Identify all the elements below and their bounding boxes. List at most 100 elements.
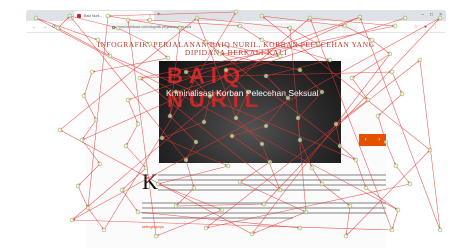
trace-point-marker	[135, 121, 141, 127]
trace-point-marker	[203, 225, 209, 231]
trace-point-marker	[167, 113, 173, 119]
trace-point-marker	[229, 133, 235, 139]
trace-segment	[157, 165, 229, 185]
trace-segment	[179, 27, 207, 43]
trace-point-marker	[233, 115, 239, 121]
trace-segment	[355, 159, 367, 189]
trace-point-marker	[143, 165, 149, 171]
trace-point-marker	[259, 37, 265, 43]
trace-segment	[127, 99, 139, 125]
trace-point-marker	[223, 67, 229, 73]
trace-segment	[261, 15, 346, 27]
trace-segment	[196, 17, 291, 29]
trace-point-marker	[115, 25, 121, 31]
trace-segment	[345, 205, 351, 237]
trace-point-marker	[349, 75, 355, 81]
trace-segment	[391, 209, 399, 231]
trace-point-marker	[93, 117, 99, 123]
trace-segment	[239, 161, 271, 183]
trace-point-marker	[277, 53, 283, 59]
trace-point-marker	[363, 185, 369, 191]
trace-segment	[239, 25, 263, 41]
trace-jump	[251, 53, 391, 235]
trace-point-marker	[183, 69, 189, 75]
trace-segment	[185, 159, 195, 189]
trace-segment	[175, 203, 265, 207]
trace-point-marker	[295, 115, 301, 121]
trace-segment	[351, 53, 391, 79]
trace-segment	[59, 129, 253, 235]
trace-segment	[137, 211, 301, 229]
trace-point-marker	[407, 181, 413, 187]
trace-point-marker	[89, 69, 95, 75]
trace-point-marker	[249, 231, 255, 237]
trace-point-marker	[153, 233, 159, 239]
trace-point-marker	[135, 209, 141, 215]
trace-point-marker	[165, 55, 171, 61]
trace-point-marker	[337, 143, 343, 149]
trace-point-marker	[75, 183, 81, 189]
trace-point-marker	[237, 179, 243, 185]
trace-point-marker	[147, 41, 153, 47]
trace-point-marker	[393, 163, 399, 169]
trace-point-marker	[207, 93, 213, 99]
trace-segment	[83, 71, 93, 97]
trace-jump	[69, 15, 187, 161]
trace-point-marker	[369, 37, 375, 43]
trace-segment	[117, 27, 151, 45]
trace-point-marker	[201, 119, 207, 125]
trace-segment	[125, 123, 139, 147]
trace-point-marker	[437, 227, 443, 233]
trace-segment	[83, 95, 97, 121]
trace-jump	[169, 27, 181, 117]
trace-point-marker	[303, 209, 309, 215]
trace-jump	[109, 55, 357, 161]
trace-segment	[175, 187, 195, 207]
trace-point-marker	[193, 139, 199, 145]
trace-point-marker	[357, 14, 363, 20]
trace-jump	[87, 15, 109, 209]
trace-point-marker	[33, 15, 39, 21]
trace-point-marker	[173, 203, 179, 209]
trace-segment	[125, 145, 147, 169]
trace-jump	[196, 17, 237, 119]
trace-segment	[309, 17, 396, 27]
trace-point-marker	[365, 97, 371, 103]
trace-segment	[59, 17, 198, 131]
trace-point-marker	[173, 89, 179, 95]
trace-point-marker	[297, 67, 303, 73]
trace-point-marker	[427, 147, 433, 153]
trace-point-marker	[191, 185, 197, 191]
trace-segment	[395, 165, 411, 185]
trace-point-marker	[267, 159, 273, 165]
trace-segment	[185, 141, 197, 161]
trace-segment	[231, 135, 271, 163]
trace-point-marker	[353, 157, 359, 163]
trace-point-marker	[95, 37, 101, 43]
trace-point-marker	[319, 181, 325, 187]
trace-jump	[81, 16, 361, 141]
trace-point-marker	[333, 121, 339, 127]
trace-point-marker	[125, 97, 131, 103]
trace-point-marker	[309, 165, 315, 171]
trace-point-marker	[137, 75, 143, 81]
trace-point-marker	[105, 13, 111, 19]
trace-segment	[385, 141, 397, 167]
trace-point-marker	[79, 137, 85, 143]
trace-point-marker	[67, 13, 73, 19]
trace-point-marker	[399, 91, 405, 97]
trace-segment	[121, 167, 147, 191]
trace-segment	[265, 75, 289, 99]
trace-point-marker	[327, 57, 333, 63]
trace-point-marker	[57, 127, 63, 133]
trace-point-marker	[97, 161, 103, 167]
trace-point-marker	[237, 23, 243, 29]
trace-segment	[107, 11, 237, 17]
trace-point-marker	[159, 135, 165, 141]
trace-point-marker	[155, 181, 161, 187]
trace-point-marker	[259, 13, 265, 19]
trace-point-marker	[297, 225, 303, 231]
trace-point-marker	[263, 73, 269, 79]
trace-point-marker	[392, 23, 398, 29]
trace-jump	[309, 17, 393, 231]
